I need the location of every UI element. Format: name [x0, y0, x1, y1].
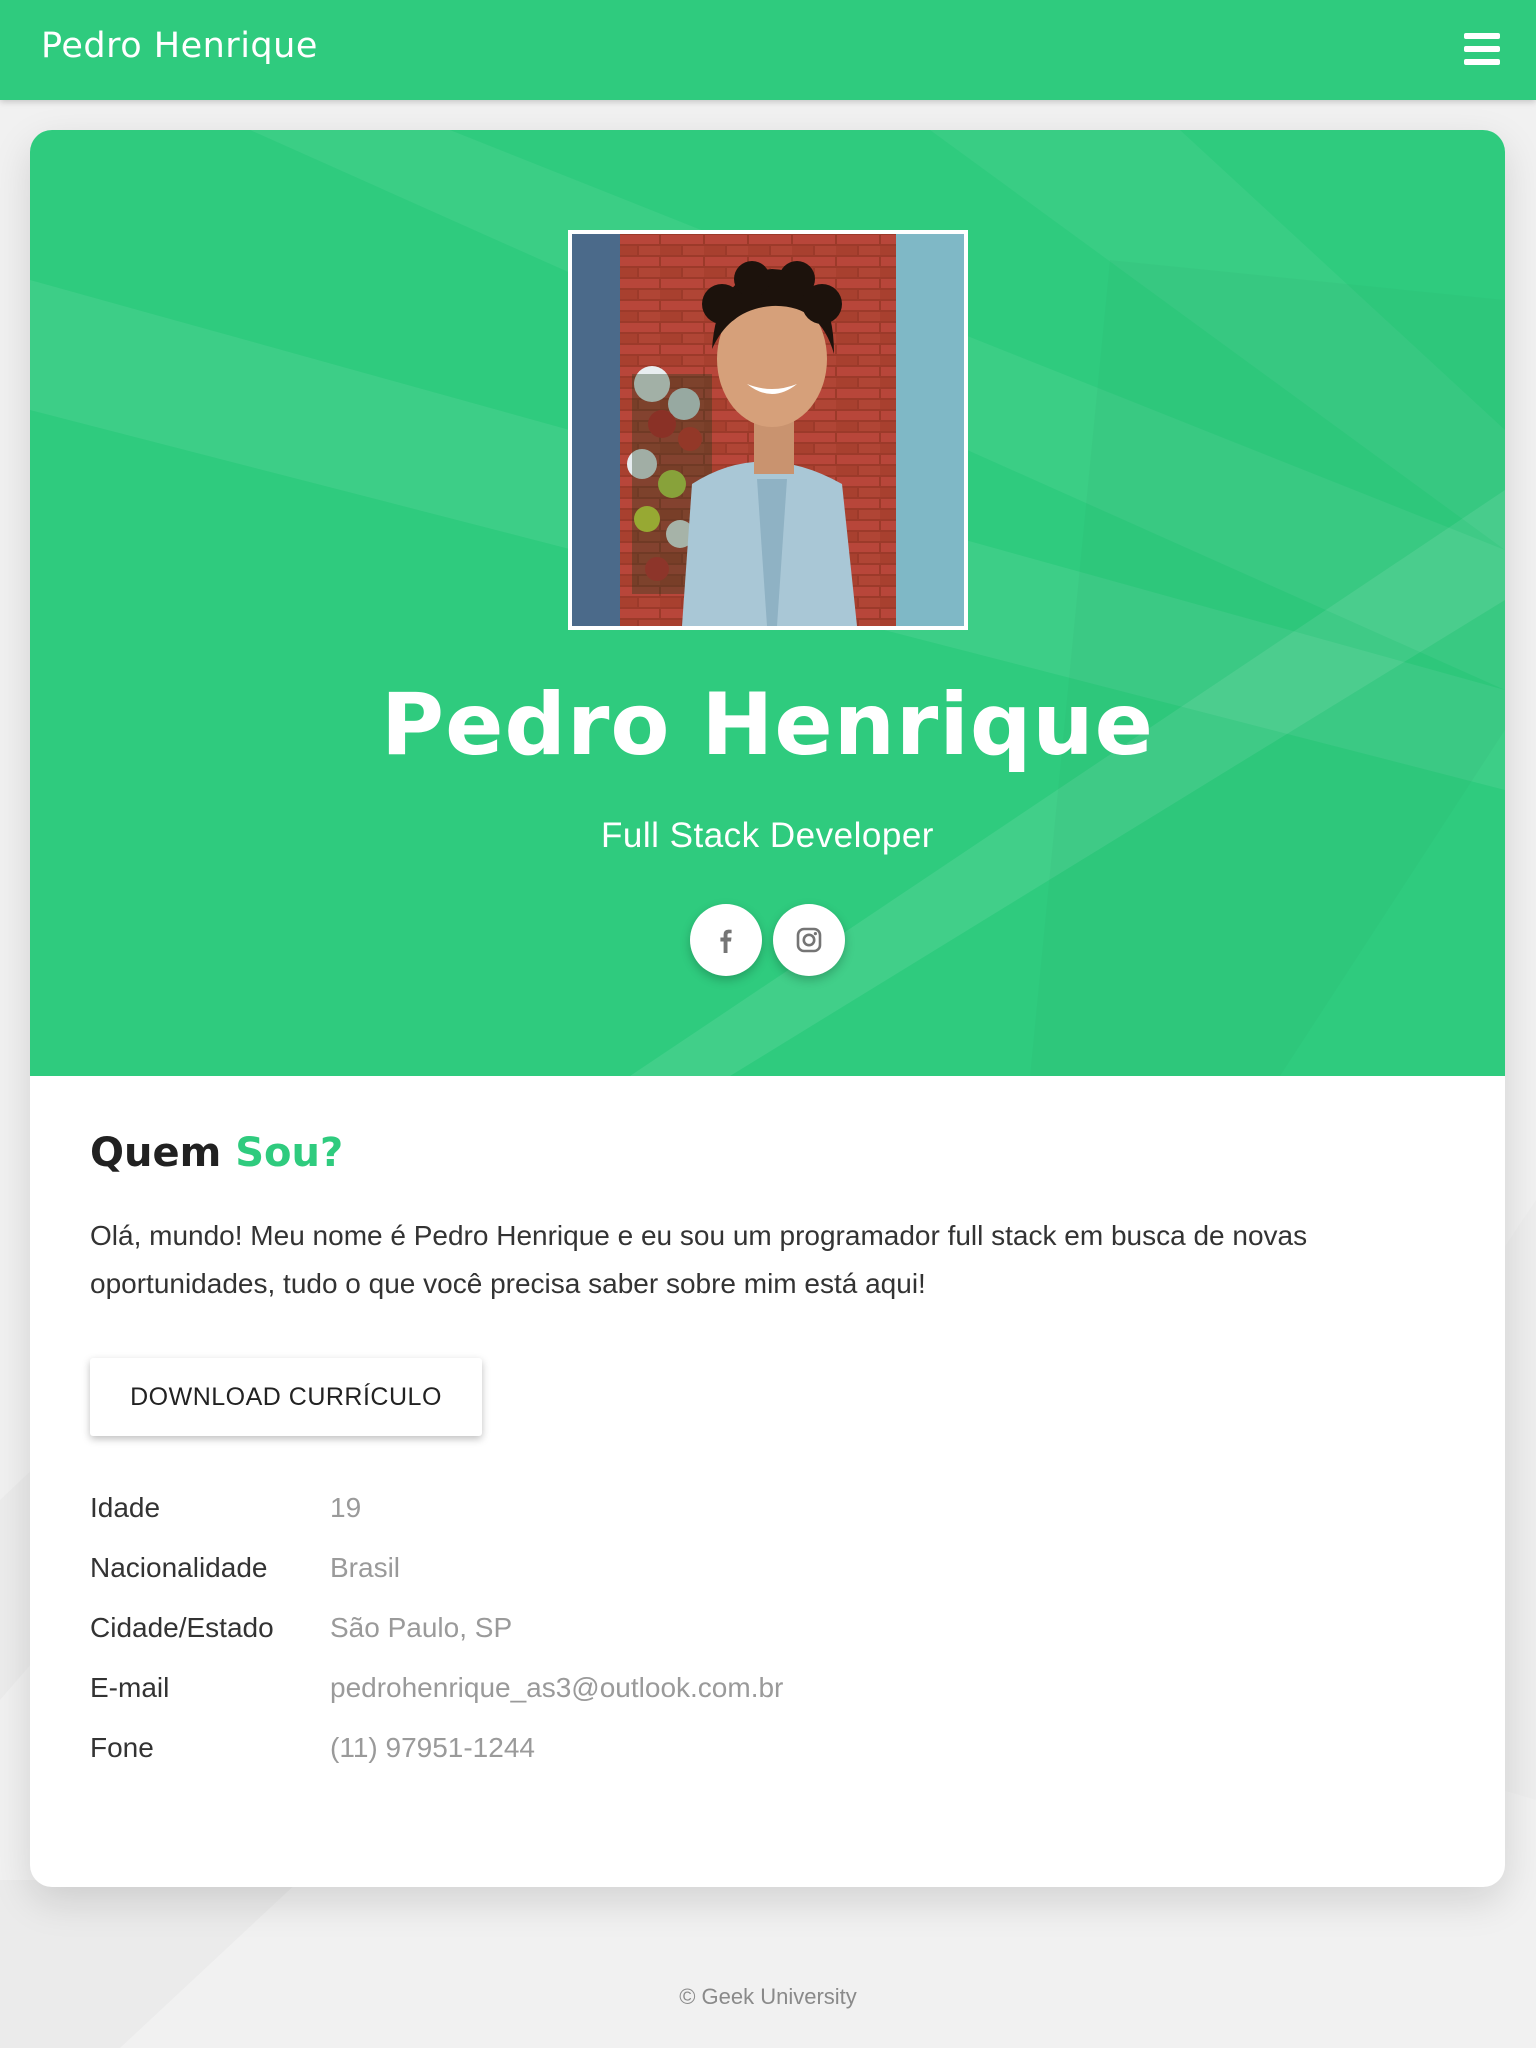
- hero-role: Full Stack Developer: [601, 816, 934, 855]
- download-resume-button[interactable]: DOWNLOAD CURRÍCULO: [90, 1358, 482, 1436]
- brand-link[interactable]: Pedro Henrique: [41, 26, 318, 66]
- info-label: E-mail: [90, 1672, 170, 1703]
- about-title: Quem Sou?: [90, 1130, 343, 1176]
- info-row-email: E-mail pedrohenrique_as3@outlook.com.br: [90, 1672, 1470, 1712]
- info-label: Nacionalidade: [90, 1552, 268, 1583]
- info-row-nationality: Nacionalidade Brasil: [90, 1552, 1470, 1592]
- about-text: Olá, mundo! Meu nome é Pedro Henrique e …: [90, 1220, 1308, 1299]
- info-row-city-state: Cidade/Estado São Paulo, SP: [90, 1612, 1470, 1652]
- info-value: São Paulo, SP: [330, 1612, 513, 1643]
- profile-card: Pedro Henrique Full Stack Developer Quem…: [30, 130, 1505, 1887]
- instagram-button[interactable]: [773, 904, 845, 976]
- instagram-icon: [796, 927, 822, 953]
- about-title-main: Quem: [90, 1130, 222, 1176]
- info-value: 19: [330, 1492, 362, 1523]
- profile-photo: [572, 234, 964, 626]
- facebook-button[interactable]: [690, 904, 762, 976]
- profile-photo-frame: [568, 230, 968, 630]
- facebook-icon: [720, 929, 732, 953]
- footer-copyright: © Geek University: [679, 1984, 857, 2009]
- top-navbar: Pedro Henrique: [0, 0, 1536, 100]
- info-value: (11) 97951-1244: [330, 1732, 535, 1763]
- info-value: Brasil: [330, 1552, 401, 1583]
- hero-name: Pedro Henrique: [381, 675, 1154, 775]
- about-title-accent: Sou?: [235, 1130, 344, 1176]
- info-row-phone: Fone (11) 97951-1244: [90, 1732, 1470, 1772]
- hero-section: Pedro Henrique Full Stack Developer: [30, 130, 1505, 1076]
- info-row-age: Idade 19: [90, 1492, 1470, 1532]
- info-label: Fone: [90, 1732, 154, 1763]
- info-value: pedrohenrique_as3@outlook.com.br: [330, 1672, 784, 1703]
- hamburger-menu-icon[interactable]: [1464, 33, 1500, 65]
- info-label: Cidade/Estado: [90, 1612, 274, 1643]
- info-label: Idade: [90, 1492, 161, 1523]
